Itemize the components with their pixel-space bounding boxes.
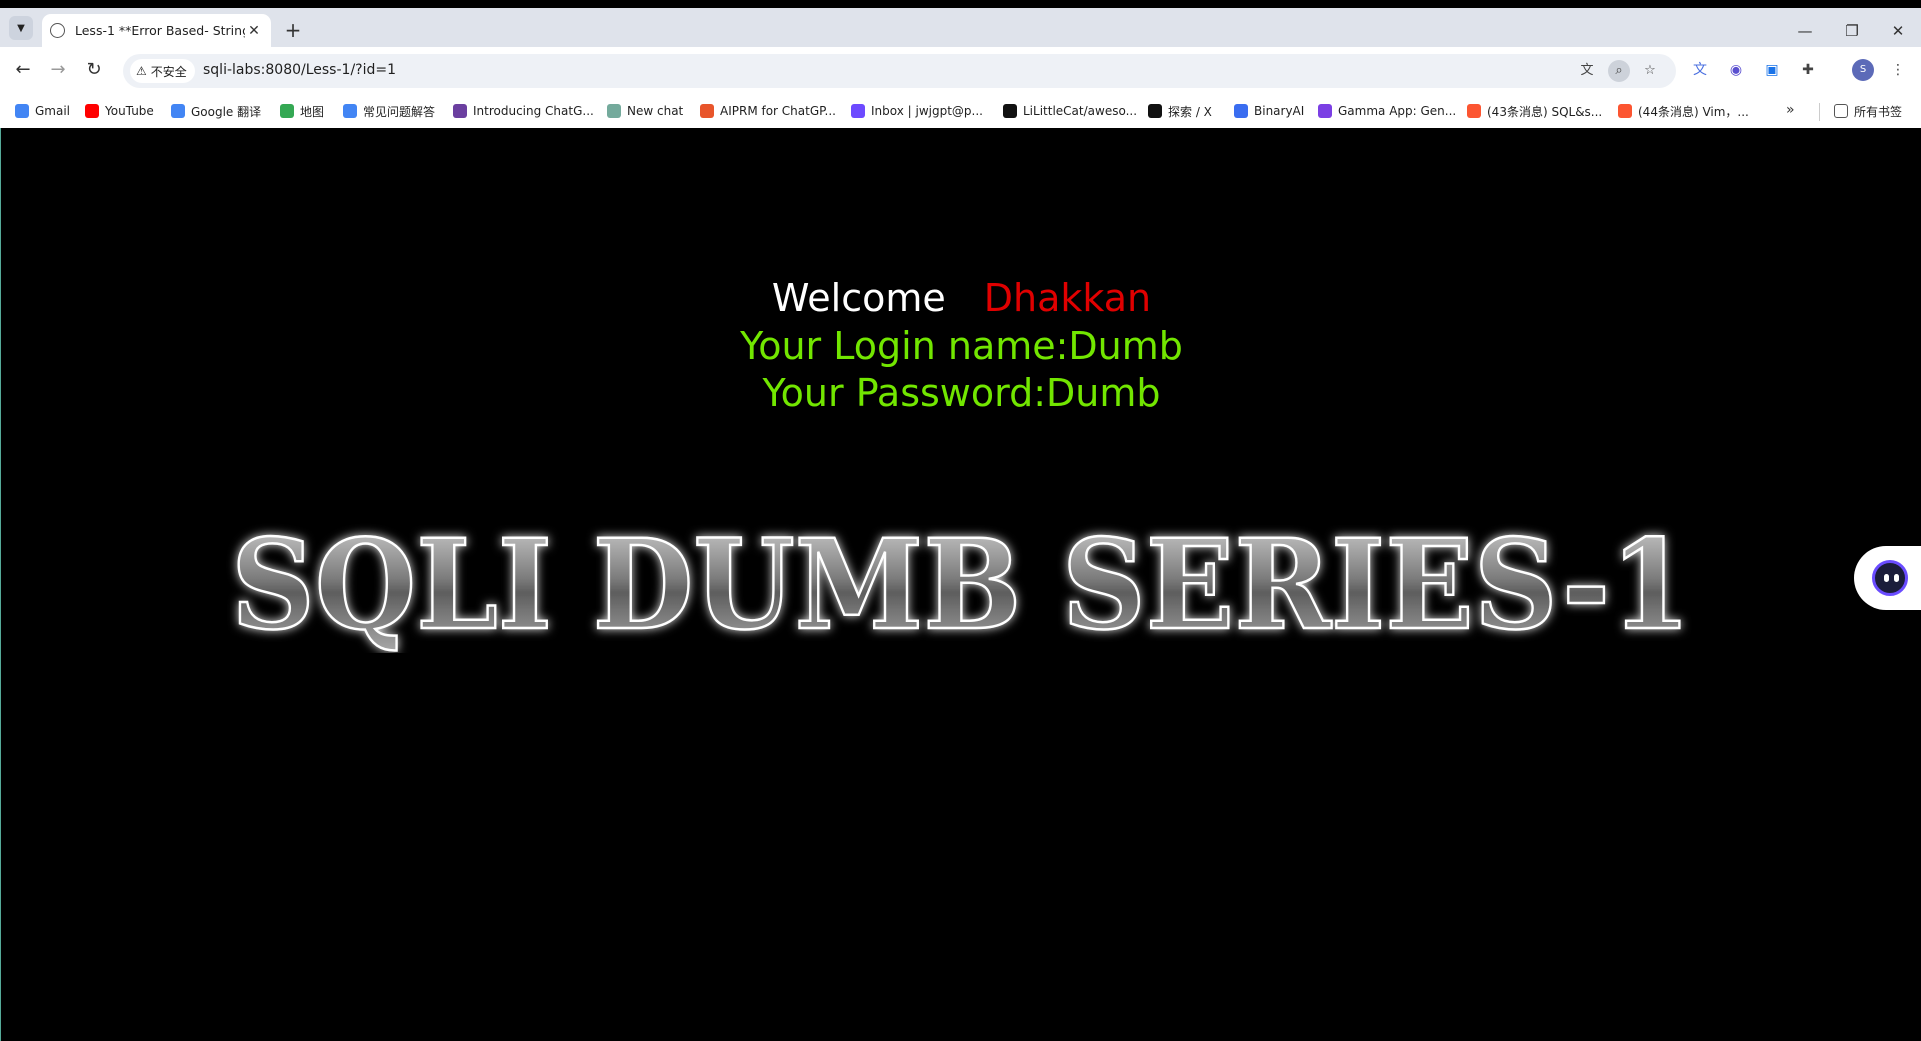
doc-icon (343, 104, 357, 118)
new-tab-button[interactable]: + (282, 18, 304, 42)
welcome-text: Welcome (771, 276, 946, 320)
tab-active[interactable]: Less-1 **Error Based- String** ✕ (42, 14, 271, 47)
bookmark-label: AIPRM for ChatGP... (720, 104, 836, 118)
welcome-line: Welcome Dhakkan (1, 276, 1921, 320)
translate-icon (171, 104, 185, 118)
all-bookmarks-folder[interactable]: 所有书签 (1834, 102, 1902, 120)
page-content: Welcome Dhakkan Your Login name:Dumb Your… (0, 128, 1921, 1041)
bookmark-label: LiLittleCat/aweso... (1023, 104, 1138, 118)
chevron-down-icon: ▼ (17, 22, 25, 34)
youtube-icon (85, 104, 99, 118)
sqli-dumb-series-logo: SQLI DUMB SERIES-1 (230, 513, 1693, 653)
openai-icon (607, 104, 621, 118)
bookmark-label: 地图 (300, 104, 325, 119)
extension-window-icon[interactable]: ▣ (1760, 58, 1784, 82)
bookmark-item[interactable]: LiLittleCat/aweso... (1003, 102, 1137, 120)
bookmark-item[interactable]: 探索 / X (1148, 102, 1212, 120)
bookmark-label: 常见问题解答 (363, 104, 436, 119)
security-label: 不安全 (150, 64, 187, 79)
bookmark-label: (43条消息) SQL&s... (1487, 104, 1603, 119)
bookmark-item[interactable]: 常见问题解答 (343, 102, 435, 120)
forward-button[interactable]: → (46, 58, 70, 82)
bookmark-label: Gamma App: Gen... (1338, 104, 1457, 118)
assistant-side-widget[interactable] (1854, 546, 1921, 610)
bookmark-label: Google 翻译 (191, 104, 262, 119)
bookmark-label: New chat (627, 104, 684, 118)
tab-title: Less-1 **Error Based- String** (75, 23, 245, 38)
bookmark-item[interactable]: (44条消息) Vim，... (1618, 102, 1749, 120)
back-button[interactable]: ← (11, 58, 35, 82)
bookmark-item[interactable]: BinaryAI (1234, 102, 1304, 120)
bookmark-item[interactable]: Gmail (15, 102, 70, 120)
gamma-icon (1318, 104, 1332, 118)
zoom-icon[interactable]: ⌕ (1608, 60, 1630, 82)
bookmark-item[interactable]: Introducing ChatG... (453, 102, 594, 120)
close-window-icon[interactable]: ✕ (1888, 22, 1908, 40)
password-text: Your Password:Dumb (762, 371, 1161, 415)
maps-icon (280, 104, 294, 118)
all-bookmarks-label: 所有书签 (1854, 104, 1903, 119)
bookmark-label: Inbox | jwjgpt@p... (871, 104, 983, 118)
browser-chrome: ▼ Less-1 **Error Based- String** ✕ + — ❐… (0, 0, 1921, 128)
chatgpt-icon (453, 104, 467, 118)
address-bar[interactable]: ⚠ 不安全 sqli-labs:8080/Less-1/?id=1 文 ⌕ ☆ (123, 54, 1676, 88)
csdn-icon (1467, 104, 1481, 118)
bookmark-label: Gmail (35, 104, 71, 118)
bookmark-label: BinaryAI (1254, 104, 1305, 118)
extension-translate-icon[interactable]: 文 (1688, 58, 1712, 82)
extension-monica-icon[interactable]: ◉ (1724, 58, 1748, 82)
bookmark-star-icon[interactable]: ☆ (1639, 60, 1661, 82)
logo-text: SQLI DUMB SERIES-1 (231, 513, 1691, 653)
profile-avatar[interactable]: S (1852, 59, 1874, 81)
tab-search-button[interactable]: ▼ (9, 16, 33, 40)
bookmark-item[interactable]: Google 翻译 (171, 102, 261, 120)
google-icon (15, 104, 29, 118)
bookmark-label: (44条消息) Vim，... (1638, 104, 1749, 119)
minimize-icon[interactable]: — (1795, 22, 1815, 40)
x-icon (1148, 104, 1162, 118)
bookmark-label: Introducing ChatG... (473, 104, 594, 118)
translate-icon[interactable]: 文 (1576, 60, 1598, 82)
bookmarks-bar: Gmail YouTube Google 翻译 地图 常见问题解答 Introducing… (0, 94, 1921, 128)
bookmark-item[interactable]: (43条消息) SQL&s... (1467, 102, 1602, 120)
bookmark-item[interactable]: 地图 (280, 102, 324, 120)
bookmark-item[interactable]: AIPRM for ChatGP... (700, 102, 836, 120)
window-top-strip (0, 0, 1921, 8)
security-chip[interactable]: ⚠ 不安全 (130, 59, 195, 83)
menu-kebab-icon[interactable]: ⋮ (1886, 58, 1910, 82)
tab-bar: ▼ Less-1 **Error Based- String** ✕ + — ❐… (0, 8, 1921, 47)
reload-button[interactable]: ↻ (82, 58, 106, 82)
bookmark-label: 探索 / X (1168, 104, 1212, 119)
bookmark-item[interactable]: Gamma App: Gen... (1318, 102, 1456, 120)
more-bookmarks-icon[interactable]: » (1786, 102, 1795, 118)
restore-icon[interactable]: ❐ (1842, 22, 1862, 40)
url-text[interactable]: sqli-labs:8080/Less-1/?id=1 (203, 62, 396, 78)
warning-icon: ⚠ (136, 64, 147, 78)
navigation-toolbar: ← → ↻ ⚠ 不安全 sqli-labs:8080/Less-1/?id=1 … (0, 47, 1921, 94)
bookmark-item[interactable]: Inbox | jwjgpt@p... (851, 102, 983, 120)
github-icon (1003, 104, 1017, 118)
bookmark-item[interactable]: New chat (607, 102, 683, 120)
csdn-icon (1618, 104, 1632, 118)
bookmarks-divider (1819, 103, 1820, 121)
login-name-text: Your Login name:Dumb (740, 324, 1183, 368)
user-name-text: Dhakkan (983, 276, 1152, 320)
aiprm-icon (700, 104, 714, 118)
close-tab-icon[interactable]: ✕ (245, 23, 263, 39)
bookmark-label: YouTube (105, 104, 154, 118)
assistant-face-icon (1872, 560, 1908, 596)
bookmark-item[interactable]: YouTube (85, 102, 154, 120)
binaryai-icon (1234, 104, 1248, 118)
extensions-puzzle-icon[interactable]: ✚ (1796, 58, 1820, 82)
folder-icon (1834, 104, 1848, 118)
globe-icon (50, 23, 65, 38)
proton-icon (851, 104, 865, 118)
